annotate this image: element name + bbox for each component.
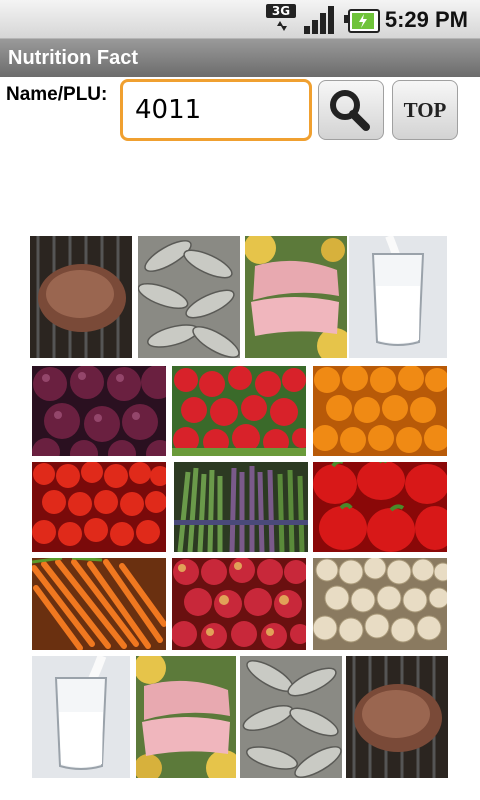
peppers-image[interactable] — [313, 462, 447, 552]
status-clock: 5:29 PM — [384, 7, 468, 32]
strawberries-image[interactable] — [172, 366, 306, 456]
plu-search-input[interactable]: 4011 — [120, 79, 312, 141]
mushrooms-image[interactable] — [313, 558, 447, 650]
oranges-image[interactable] — [313, 366, 447, 456]
pork-image-2[interactable] — [136, 656, 236, 778]
pork-image[interactable] — [245, 236, 347, 358]
steak-image-2[interactable] — [346, 656, 448, 778]
milk-image-2[interactable] — [32, 656, 130, 778]
network-3g-icon: 3G — [266, 4, 296, 34]
fish-image[interactable] — [138, 236, 240, 358]
signal-strength-icon — [304, 4, 336, 34]
apples-image[interactable] — [172, 558, 306, 650]
milk-image[interactable] — [349, 236, 447, 358]
status-bar: 3G 5:29 PM — [0, 0, 480, 39]
data-arrows-icon — [277, 21, 287, 31]
battery-icon — [344, 4, 380, 34]
network-type-label: 3G — [266, 4, 296, 18]
search-button[interactable] — [318, 80, 384, 140]
asparagus-image[interactable] — [174, 462, 308, 552]
app-title-bar: Nutrition Fact — [0, 39, 480, 77]
fish-image-2[interactable] — [240, 656, 342, 778]
plums-image[interactable] — [32, 366, 166, 456]
carrots-image[interactable] — [32, 558, 166, 650]
top-button[interactable]: TOP — [392, 80, 458, 140]
tomatoes-image[interactable] — [32, 462, 166, 552]
steak-image[interactable] — [30, 236, 132, 358]
name-plu-label: Name/PLU: — [6, 84, 108, 105]
magnifier-icon — [330, 90, 370, 131]
